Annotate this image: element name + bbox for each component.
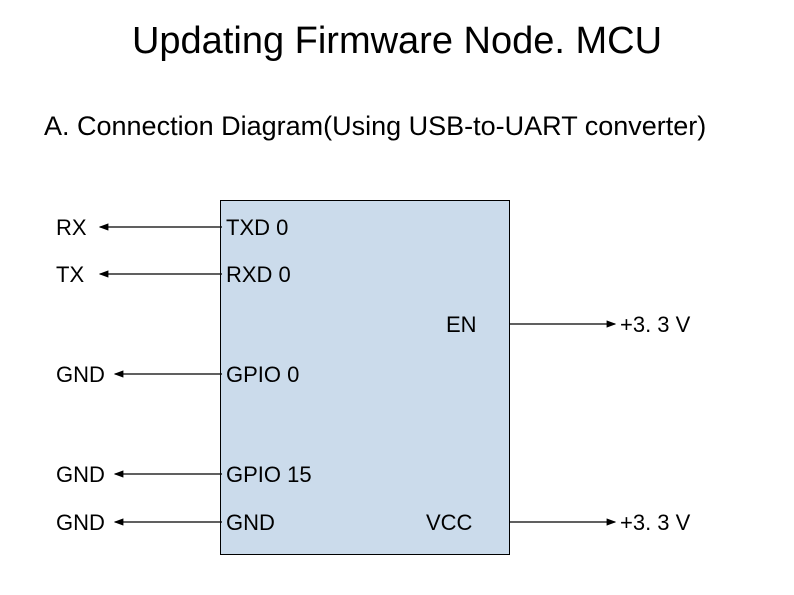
slide: Updating Firmware Node. MCU A. Connectio… bbox=[0, 0, 794, 595]
arrows-layer bbox=[0, 0, 794, 595]
